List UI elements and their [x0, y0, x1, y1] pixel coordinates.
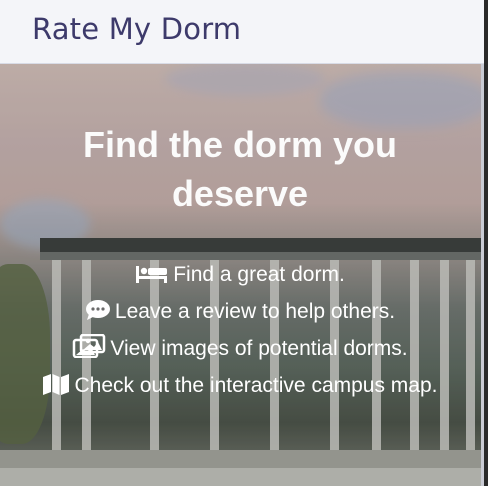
- bed-icon: [136, 266, 168, 283]
- map-icon: [43, 374, 70, 395]
- feature-item-review: Leave a review to help others.: [20, 293, 460, 330]
- navbar: Rate My Dorm: [0, 0, 484, 64]
- brand-link[interactable]: Rate My Dorm: [32, 12, 241, 46]
- hero-section: Find the dorm you deserve Find a great d…: [0, 64, 484, 486]
- feature-text: Find a great dorm.: [173, 263, 345, 286]
- feature-item-images: View images of potential dorms.: [20, 330, 460, 367]
- hero-headline: Find the dorm you deserve: [83, 124, 397, 214]
- feature-item-map: Check out the interactive campus map.: [20, 367, 460, 404]
- feature-list: Find a great dorm. Leave a review to hel…: [20, 256, 460, 404]
- page: Rate My Dorm Find the dorm you deserve F…: [0, 0, 488, 486]
- feature-text: View images of potential dorms.: [110, 337, 408, 360]
- feature-text: Leave a review to help others.: [114, 300, 396, 323]
- comment-icon: [85, 300, 110, 320]
- images-icon: [73, 334, 106, 358]
- feature-item-find: Find a great dorm.: [20, 256, 460, 293]
- feature-text: Check out the interactive campus map.: [74, 374, 438, 397]
- window-edge: [484, 0, 488, 486]
